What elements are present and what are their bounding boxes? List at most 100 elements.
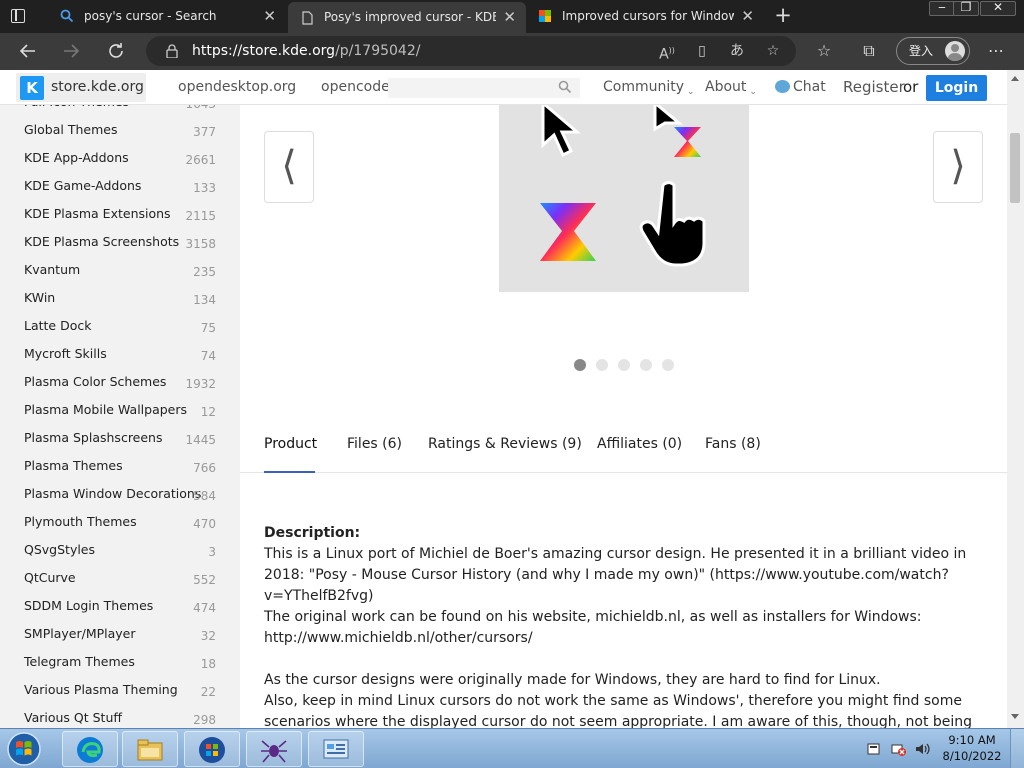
sidebar-category-item[interactable]: SMPlayer/MPlayer 32 (24, 620, 224, 648)
about-menu[interactable]: About ⌄ (705, 70, 757, 110)
restore-window-button[interactable]: ❐ (953, 0, 979, 16)
carousel-dot[interactable] (574, 359, 586, 371)
scroll-down-icon[interactable] (1011, 714, 1019, 719)
start-button[interactable] (4, 730, 44, 768)
sidebar-category-item[interactable]: Various Qt Stuff 298 (24, 704, 224, 728)
category-name: Various Qt Stuff (24, 710, 122, 725)
control-panel-icon (323, 739, 349, 759)
profile-button[interactable]: 登入 (896, 37, 970, 65)
nav-link-opencode[interactable]: opencode.i (321, 70, 398, 105)
clock-date: 8/10/2022 (942, 749, 1002, 763)
scrollbar-thumb[interactable] (1010, 133, 1020, 203)
favorites-icon[interactable]: ☆ (812, 39, 836, 63)
chat-link[interactable]: Chat (775, 70, 826, 105)
refresh-button[interactable] (104, 39, 128, 63)
sidebar-category-item[interactable]: KDE Plasma Extensions 2115 (24, 200, 224, 228)
site-header: store.kde.org K opendesktop.org opencode… (0, 70, 1007, 105)
carousel-next-button[interactable]: ⟩ (933, 131, 983, 203)
product-tab[interactable]: Fans (8) (705, 435, 761, 453)
close-tab-icon[interactable]: ✕ (263, 0, 276, 33)
collections-icon[interactable]: ⧉ (857, 39, 881, 63)
url-text: https://store.kde.org/p/1795042/ (192, 36, 420, 66)
product-tab[interactable]: Ratings & Reviews (9) (428, 435, 582, 453)
sidebar-category-item[interactable]: Global Themes 377 (24, 116, 224, 144)
sidebar-category-item[interactable]: Plasma Themes 766 (24, 452, 224, 480)
product-tab[interactable]: Product (264, 435, 317, 453)
action-center-icon[interactable] (866, 741, 882, 757)
carousel-prev-button[interactable]: ⟨ (264, 131, 314, 203)
star-plus-icon[interactable]: ☆ (762, 36, 784, 66)
register-link[interactable]: Register (843, 70, 905, 105)
product-tab[interactable]: Affiliates (0) (597, 435, 682, 453)
site-search-input[interactable] (388, 78, 580, 98)
show-desktop-button[interactable] (1010, 729, 1024, 768)
category-count: 12 (200, 405, 216, 419)
sidebar-category-item[interactable]: Various Plasma Theming 22 (24, 676, 224, 704)
sidebar-category-item[interactable]: Plasma Window Decorations 584 (24, 480, 224, 508)
sidebar-category-item[interactable]: KWin 134 (24, 284, 224, 312)
volume-icon[interactable] (914, 741, 930, 757)
read-aloud-icon[interactable]: A)) (656, 36, 678, 66)
taskbar-control-panel[interactable] (308, 731, 364, 767)
sidebar-category-item[interactable]: Latte Dock 75 (24, 312, 224, 340)
product-tabs: Product Files (6) Ratings & Reviews (9) Aff… (240, 427, 1007, 473)
sidebar-category-item[interactable]: KDE App-Addons 2661 (24, 144, 224, 172)
sidebar-category-item[interactable]: QSvgStyles 3 (24, 536, 224, 564)
system-clock[interactable]: 9:10 AM 8/10/2022 (940, 732, 1004, 764)
back-button[interactable] (16, 39, 40, 63)
taskbar-explorer[interactable] (122, 731, 178, 767)
sidebar-category-item[interactable]: Telegram Themes 18 (24, 648, 224, 676)
translate-icon[interactable]: あ (726, 36, 748, 66)
close-icon: ✕ (992, 0, 1004, 14)
taskbar-edge[interactable] (62, 731, 118, 767)
category-count: 377 (193, 125, 216, 139)
profile-label: 登入 (909, 44, 934, 58)
page-scrollbar[interactable] (1007, 70, 1024, 728)
category-name: Plasma Color Schemes (24, 374, 167, 389)
carousel-dot[interactable] (640, 359, 652, 371)
sidebar-category-item[interactable]: Kvantum 235 (24, 256, 224, 284)
more-dots-icon[interactable]: ⋯ (984, 39, 1008, 63)
minimize-window-button[interactable]: ‒ (929, 0, 955, 16)
nav-link-opendesktop[interactable]: opendesktop.org (178, 70, 296, 105)
sidebar-category-item[interactable]: Plasma Mobile Wallpapers 12 (24, 396, 224, 424)
minimize-icon: ‒ (938, 0, 946, 14)
windows-taskbar: 9:10 AM 8/10/2022 (0, 728, 1024, 768)
scroll-up-icon[interactable] (1011, 76, 1019, 81)
sidebar-category-item[interactable]: Plasma Color Schemes 1932 (24, 368, 224, 396)
category-sidebar: Full Icon Themes1643Global Themes377KDE … (0, 90, 240, 728)
carousel-dot[interactable] (618, 359, 630, 371)
community-menu[interactable]: Community ⌄ (603, 70, 695, 110)
immersive-reader-icon[interactable]: ▯ (691, 36, 713, 66)
sidebar-category-item[interactable]: KDE Game-Addons 133 (24, 172, 224, 200)
new-tab-button[interactable]: + (772, 4, 794, 26)
network-error-icon[interactable] (890, 741, 906, 757)
sidebar-category-item[interactable]: Plymouth Themes 470 (24, 508, 224, 536)
tab-search[interactable]: posy's cursor - Search ✕ (48, 0, 286, 33)
kde-logo-icon[interactable]: K (20, 76, 44, 100)
close-tab-icon[interactable]: ✕ (503, 2, 516, 33)
address-bar[interactable]: https://store.kde.org/p/1795042/ A)) ▯ あ… (146, 36, 796, 66)
forward-button[interactable] (59, 39, 83, 63)
sidebar-category-item[interactable]: QtCurve 552 (24, 564, 224, 592)
sidebar-category-item[interactable]: Plasma Splashscreens 1445 (24, 424, 224, 452)
product-tab[interactable]: Files (6) (347, 435, 402, 453)
category-count: 235 (193, 265, 216, 279)
taskbar-media-player[interactable] (184, 731, 240, 767)
close-window-button[interactable]: ✕ (980, 0, 1016, 16)
carousel-dot[interactable] (662, 359, 674, 371)
carousel-dot[interactable] (596, 359, 608, 371)
taskbar-spider-app[interactable] (246, 731, 302, 767)
tab-cursors-windows[interactable]: Improved cursors for Windows 10 ✕ (526, 0, 764, 33)
login-button[interactable]: Login (926, 75, 987, 101)
description-paragraph: As the cursor designs were originally ma… (264, 672, 881, 688)
tab-kde-store[interactable]: Posy's improved cursor - KDE Store ✕ (288, 2, 526, 33)
category-count: 474 (193, 601, 216, 615)
tab-actions-icon[interactable] (8, 7, 28, 25)
category-name: Latte Dock (24, 318, 92, 333)
sidebar-category-item[interactable]: SDDM Login Themes 474 (24, 592, 224, 620)
sidebar-category-item[interactable]: KDE Plasma Screenshots 3158 (24, 228, 224, 256)
category-name: QtCurve (24, 570, 76, 585)
sidebar-category-item[interactable]: Mycroft Skills 74 (24, 340, 224, 368)
close-tab-icon[interactable]: ✕ (741, 0, 754, 33)
